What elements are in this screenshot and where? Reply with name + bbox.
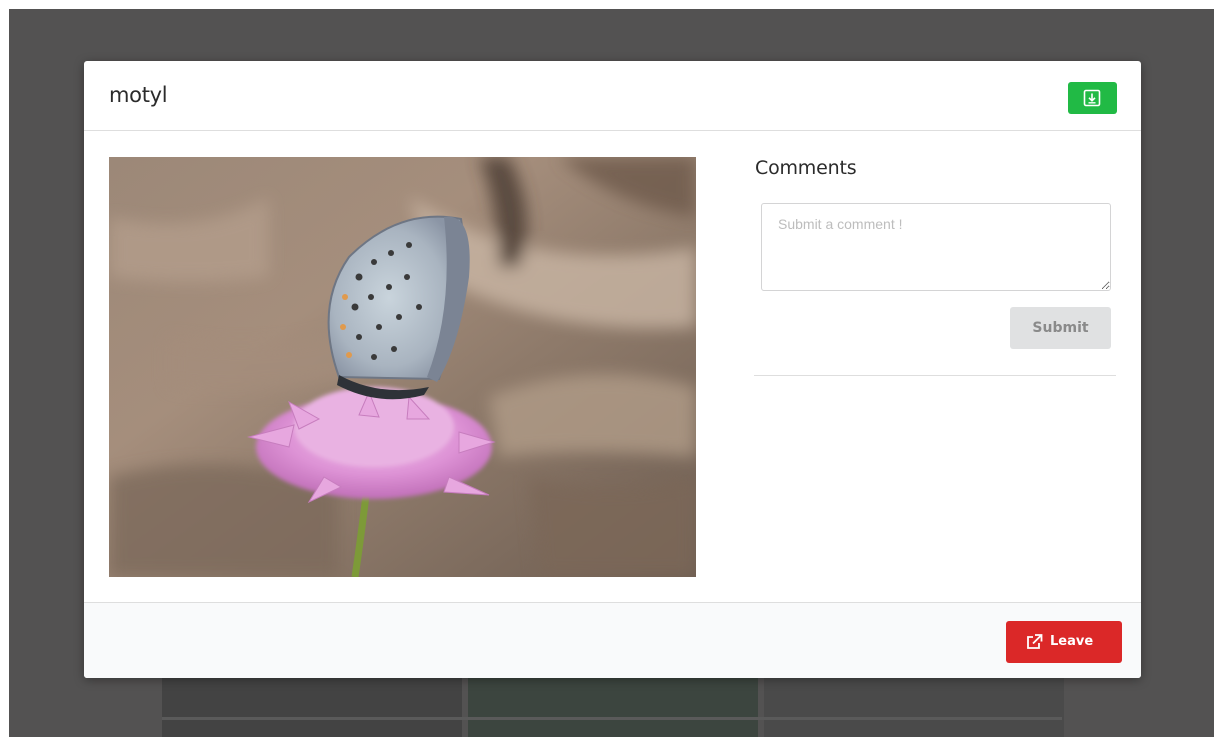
photo bbox=[109, 157, 696, 577]
modal-footer: Leave bbox=[84, 602, 1141, 678]
background-gallery bbox=[162, 669, 1064, 737]
modal-title: motyl bbox=[109, 83, 168, 107]
download-button[interactable] bbox=[1068, 82, 1117, 114]
background-divider bbox=[162, 717, 1062, 720]
leave-label: Leave bbox=[1050, 634, 1094, 649]
modal-header: motyl bbox=[84, 61, 1141, 131]
comments-heading: Comments bbox=[755, 157, 857, 179]
comments-divider bbox=[754, 375, 1116, 376]
leave-button[interactable]: Leave bbox=[1006, 621, 1122, 663]
background-tile bbox=[468, 669, 758, 737]
comment-input[interactable] bbox=[761, 203, 1111, 291]
external-link-icon bbox=[1027, 634, 1043, 649]
download-icon bbox=[1083, 89, 1101, 107]
modal-body: Comments Submit bbox=[84, 131, 1141, 602]
page: motyl Comments Submit a comment ! Submit… bbox=[0, 0, 1221, 737]
butterfly-photo bbox=[109, 157, 696, 577]
background-tile bbox=[162, 669, 462, 737]
submit-button[interactable]: Submit bbox=[1010, 307, 1111, 349]
image-modal: motyl Comments Submit a comment ! Submit… bbox=[84, 61, 1141, 678]
background-tile bbox=[764, 669, 1064, 737]
